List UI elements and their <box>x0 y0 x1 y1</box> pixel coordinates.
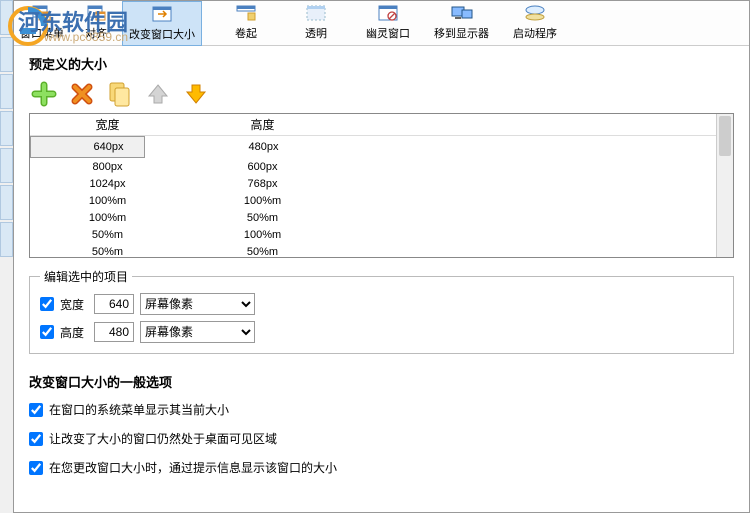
predefined-sizes-title: 预定义的大小 <box>29 54 734 73</box>
opt1-label: 在窗口的系统菜单显示其当前大小 <box>49 401 229 418</box>
grid-scrollbar[interactable] <box>716 114 733 257</box>
align-icon <box>85 3 107 23</box>
toolbar-launch[interactable]: 启动程序 <box>507 1 563 46</box>
table-cell: 480px <box>186 141 341 153</box>
left-tab[interactable] <box>0 148 13 183</box>
move-up-button[interactable] <box>145 81 171 107</box>
width-label: 宽度 <box>60 296 88 313</box>
table-cell: 50%m <box>185 212 340 224</box>
table-row[interactable]: 1024px768px <box>30 175 716 192</box>
toolbar-move-monitor[interactable]: 移到显示器 <box>428 1 495 46</box>
move-down-button[interactable] <box>183 81 209 107</box>
edit-legend: 编辑选中的项目 <box>40 268 132 285</box>
width-checkbox[interactable] <box>40 297 54 311</box>
toolbar-label: 幽灵窗口 <box>366 25 410 41</box>
table-cell: 100%m <box>30 195 185 207</box>
left-tab[interactable] <box>0 222 13 257</box>
toolbar-ghost[interactable]: 幽灵窗口 <box>360 1 416 46</box>
table-row[interactable]: 50%m50%m <box>30 243 716 257</box>
table-row[interactable]: 640px480px <box>30 136 145 158</box>
opt1-checkbox[interactable] <box>29 403 43 417</box>
table-cell: 800px <box>30 161 185 173</box>
table-row[interactable]: 50%m100%m <box>30 226 716 243</box>
toolbar-label: 启动程序 <box>513 25 557 41</box>
opt3-checkbox[interactable] <box>29 461 43 475</box>
action-bar <box>29 81 734 107</box>
toolbar-resize[interactable]: 改变窗口大小 <box>122 1 202 46</box>
table-cell: 100%m <box>30 212 185 224</box>
toolbar-label: 改变窗口大小 <box>129 26 195 42</box>
monitor-icon <box>451 3 473 23</box>
toolbar-align[interactable]: 对齐 <box>70 1 122 46</box>
toolbar-label: 窗口菜单 <box>20 25 64 41</box>
left-tab[interactable] <box>0 111 13 146</box>
sizes-grid[interactable]: 宽度 高度 640px480px800px600px1024px768px100… <box>29 113 734 258</box>
add-button[interactable] <box>31 81 57 107</box>
content-area: 预定义的大小 宽度 高度 64 <box>14 46 749 512</box>
toolbar-label: 移到显示器 <box>434 25 489 41</box>
toolbar-rollup[interactable]: 卷起 <box>220 1 272 46</box>
col-height[interactable]: 高度 <box>185 116 340 133</box>
general-options-section: 改变窗口大小的一般选项 在窗口的系统菜单显示其当前大小 让改变了大小的窗口仍然处… <box>29 372 734 476</box>
toolbar-window-menu[interactable]: 窗口菜单 <box>14 1 70 46</box>
height-checkbox[interactable] <box>40 325 54 339</box>
left-tab[interactable] <box>0 74 13 109</box>
height-input[interactable] <box>94 322 134 342</box>
ghost-icon <box>377 3 399 23</box>
table-row[interactable]: 100%m50%m <box>30 209 716 226</box>
toolbar-label: 卷起 <box>235 25 257 41</box>
window-menu-icon <box>31 3 53 23</box>
opt2-checkbox[interactable] <box>29 432 43 446</box>
table-row[interactable]: 100%m100%m <box>30 192 716 209</box>
delete-button[interactable] <box>69 81 95 107</box>
table-cell: 100%m <box>185 229 340 241</box>
general-options-title: 改变窗口大小的一般选项 <box>29 372 734 391</box>
height-unit-select[interactable]: 屏幕像素 <box>140 321 255 343</box>
table-cell: 50%m <box>30 246 185 258</box>
width-input[interactable] <box>94 294 134 314</box>
grid-header: 宽度 高度 <box>30 114 716 136</box>
col-width[interactable]: 宽度 <box>30 116 185 133</box>
table-row[interactable]: 800px600px <box>30 158 716 175</box>
table-cell: 640px <box>31 141 186 153</box>
toolbar-label: 对齐 <box>85 25 107 41</box>
left-tab[interactable] <box>0 185 13 220</box>
toolbar-label: 透明 <box>305 25 327 41</box>
rollup-icon <box>235 3 257 23</box>
main-panel: 窗口菜单 对齐 改变窗口大小 卷起 透明 幽灵窗口 移到显示器 启动程序 <box>13 0 750 513</box>
left-tab[interactable] <box>0 0 13 35</box>
table-cell: 100%m <box>185 195 340 207</box>
launch-icon <box>524 3 546 23</box>
table-cell: 50%m <box>185 246 340 258</box>
top-toolbar: 窗口菜单 对齐 改变窗口大小 卷起 透明 幽灵窗口 移到显示器 启动程序 <box>14 1 749 46</box>
left-tab-strip <box>0 0 13 513</box>
table-cell: 1024px <box>30 178 185 190</box>
toolbar-transparent[interactable]: 透明 <box>290 1 342 46</box>
width-unit-select[interactable]: 屏幕像素 <box>140 293 255 315</box>
opt2-label: 让改变了大小的窗口仍然处于桌面可见区域 <box>49 430 277 447</box>
edit-selected-group: 编辑选中的项目 宽度 屏幕像素 高度 屏幕像素 <box>29 268 734 354</box>
scrollbar-thumb[interactable] <box>719 116 731 156</box>
copy-button[interactable] <box>107 81 133 107</box>
opt3-label: 在您更改窗口大小时，通过提示信息显示该窗口的大小 <box>49 459 337 476</box>
resize-icon <box>151 4 173 24</box>
table-cell: 768px <box>185 178 340 190</box>
table-cell: 600px <box>185 161 340 173</box>
left-tab[interactable] <box>0 37 13 72</box>
transparent-icon <box>305 3 327 23</box>
height-label: 高度 <box>60 324 88 341</box>
table-cell: 50%m <box>30 229 185 241</box>
